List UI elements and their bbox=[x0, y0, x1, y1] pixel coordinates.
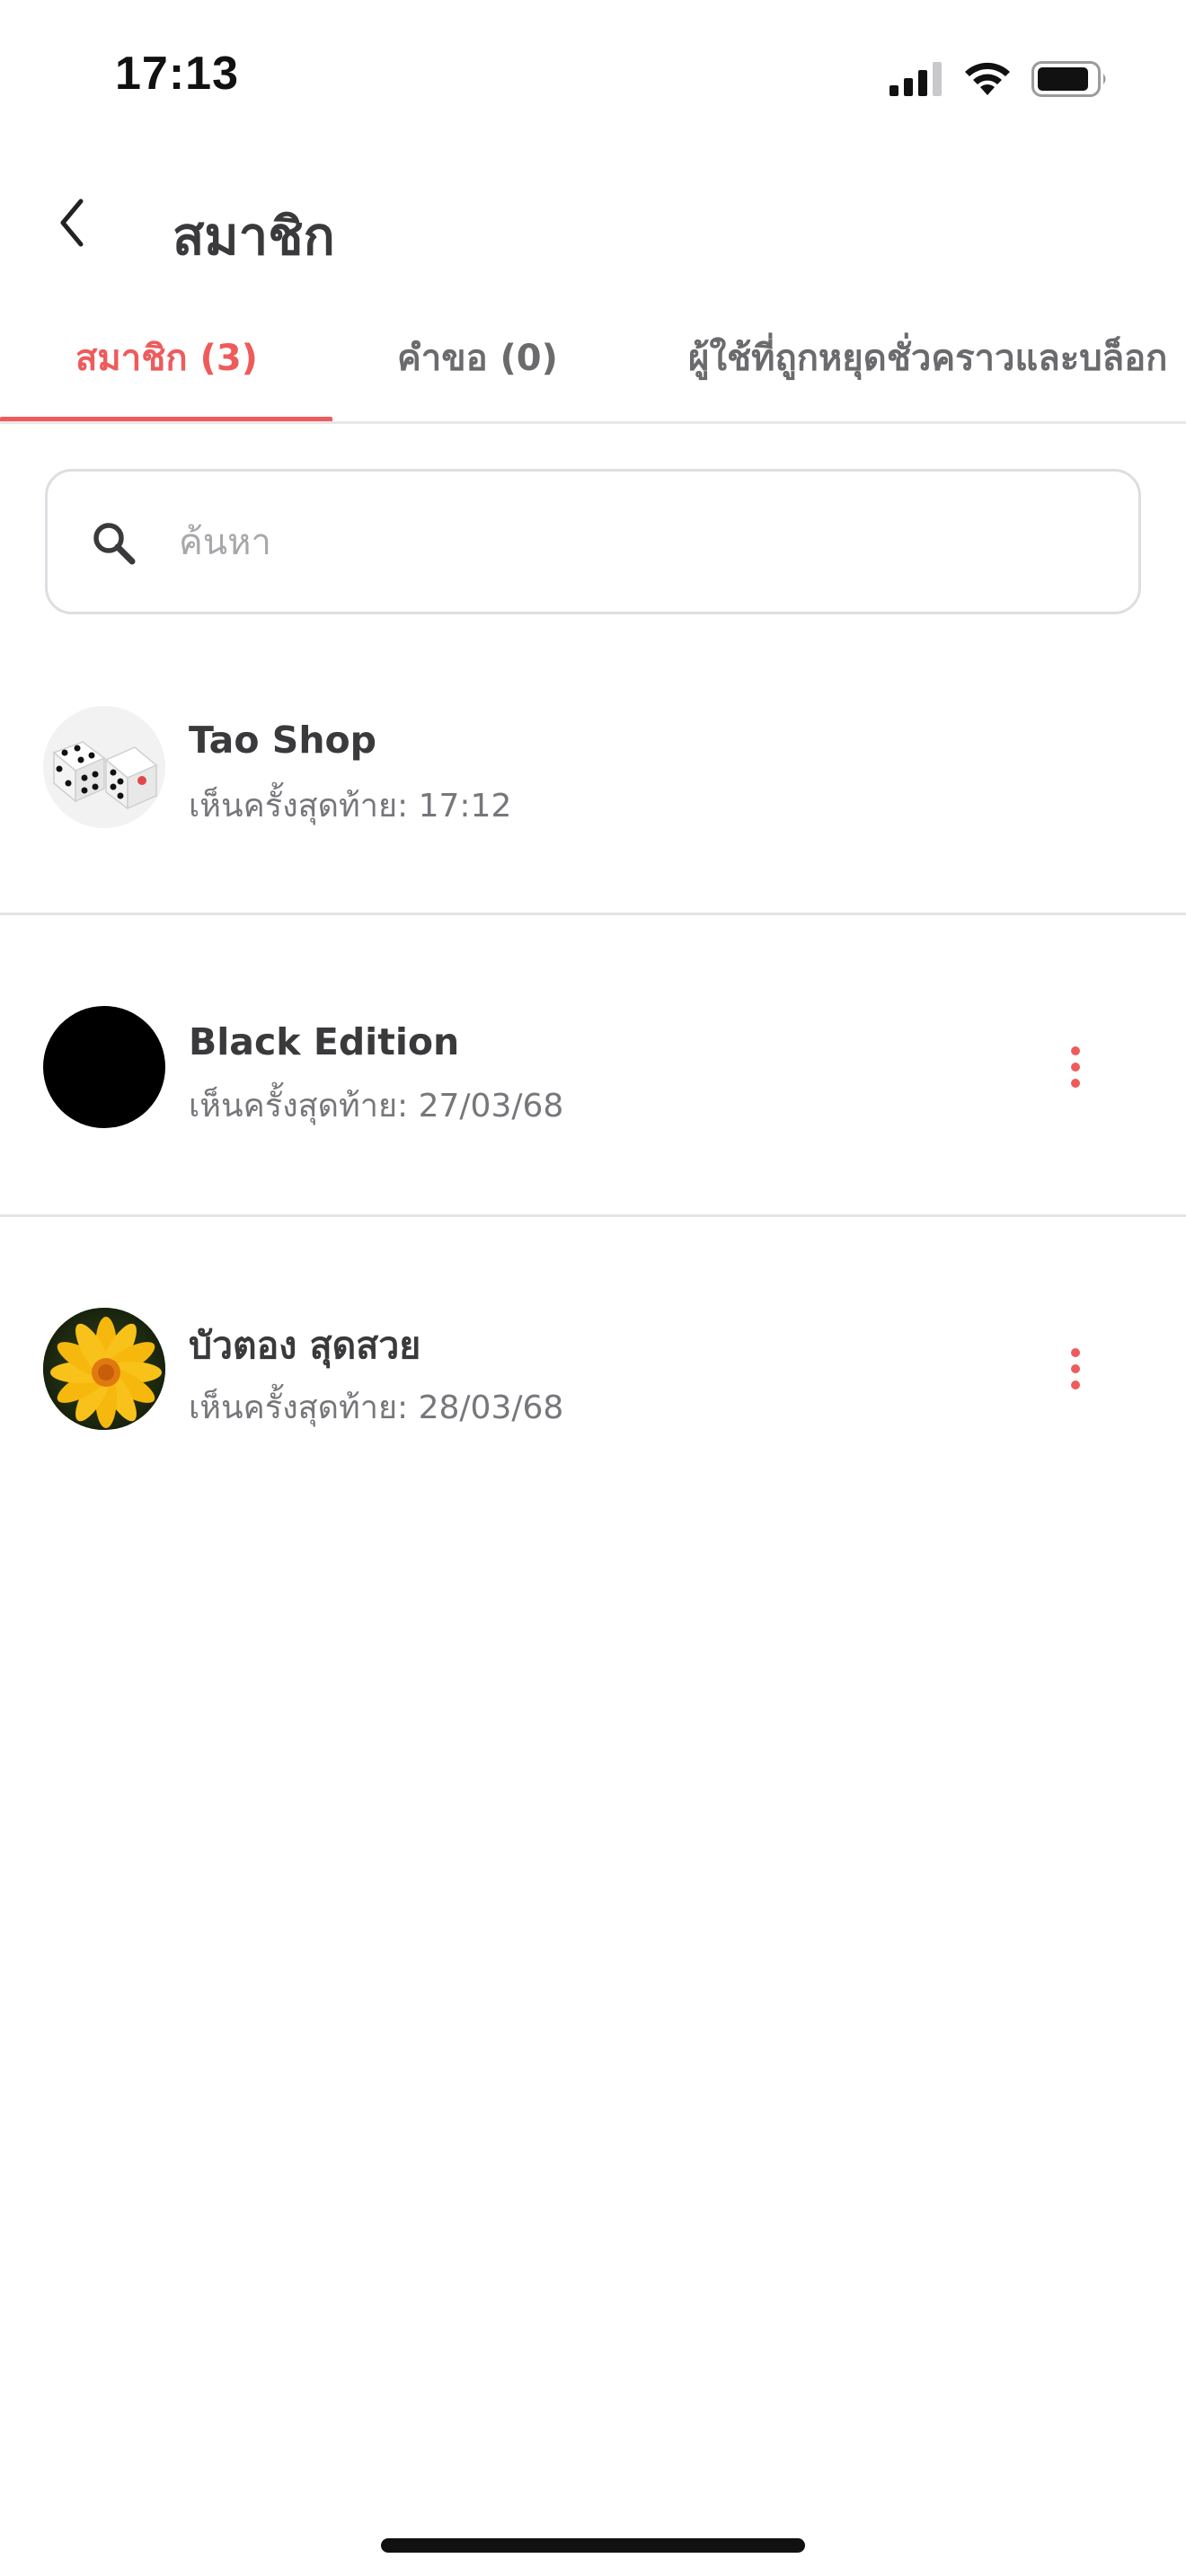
member-name: บัวตอง สุดสวย bbox=[189, 1324, 421, 1367]
member-last-seen: เห็นครั้งสุดท้าย: 28/03/68 bbox=[189, 1389, 564, 1426]
tab-suspended-blocked[interactable]: ผู้ใช้ที่ถูกหยุดชั่วคราวและบล็อก bbox=[688, 329, 1167, 386]
more-options-button[interactable] bbox=[1051, 1333, 1100, 1405]
member-last-seen: เห็นครั้งสุดท้าย: 17:12 bbox=[189, 788, 512, 825]
search-input[interactable] bbox=[179, 504, 1095, 581]
tab-members[interactable]: สมาชิก (3) bbox=[75, 329, 258, 386]
member-name: Tao Shop bbox=[189, 719, 377, 762]
search-box[interactable] bbox=[45, 469, 1141, 614]
back-button[interactable] bbox=[40, 190, 104, 255]
divider bbox=[0, 913, 1186, 915]
active-tab-indicator bbox=[0, 417, 332, 421]
home-indicator bbox=[381, 2538, 805, 2553]
status-icons bbox=[890, 59, 1109, 99]
divider bbox=[0, 1214, 1186, 1217]
flower-avatar bbox=[43, 1308, 165, 1430]
page-title: สมาชิก bbox=[173, 206, 335, 267]
status-time: 17:13 bbox=[115, 48, 239, 100]
member-row[interactable]: Tao Shop เห็นครั้งสุดท้าย: 17:12 bbox=[0, 692, 1186, 900]
dice-avatar bbox=[43, 706, 165, 828]
status-bar: 17:13 bbox=[0, 0, 1186, 153]
dice-icon bbox=[52, 741, 158, 810]
wifi-icon bbox=[965, 62, 1010, 95]
member-name: Black Edition bbox=[189, 1020, 460, 1063]
more-options-button[interactable] bbox=[1051, 1031, 1100, 1103]
battery-icon bbox=[1031, 61, 1106, 97]
member-row[interactable]: บัวตอง สุดสวย เห็นครั้งสุดท้าย: 28/03/68 bbox=[0, 1295, 1186, 1504]
black-avatar bbox=[43, 1006, 165, 1128]
more-vertical-icon bbox=[1071, 1348, 1080, 1357]
signal-icon bbox=[890, 62, 942, 96]
more-vertical-icon bbox=[1071, 1046, 1080, 1055]
chevron-left-icon bbox=[60, 198, 84, 247]
member-row[interactable]: Black Edition เห็นครั้งสุดท้าย: 27/03/68 bbox=[0, 993, 1186, 1202]
search-icon bbox=[93, 523, 136, 565]
tab-bar: สมาชิก (3) คำขอ (0) ผู้ใช้ที่ถูกหยุดชั่ว… bbox=[0, 305, 1186, 424]
tab-requests[interactable]: คำขอ (0) bbox=[397, 329, 558, 386]
flower-icon bbox=[43, 1308, 165, 1430]
app-header: สมาชิก bbox=[0, 171, 1186, 278]
member-last-seen: เห็นครั้งสุดท้าย: 27/03/68 bbox=[189, 1088, 564, 1125]
